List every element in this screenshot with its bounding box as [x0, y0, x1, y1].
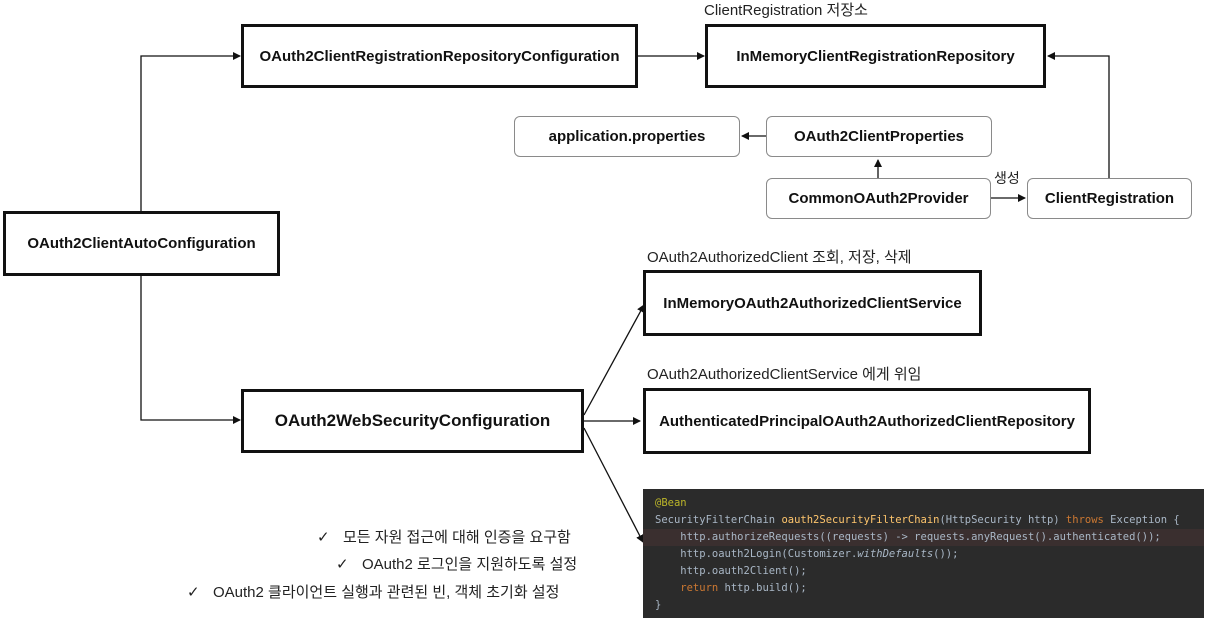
application-properties-box: application.properties [514, 116, 740, 157]
client-registration-box: ClientRegistration [1027, 178, 1192, 219]
code-annotation: @Bean [655, 497, 687, 509]
client-properties-box: OAuth2ClientProperties [766, 116, 992, 157]
code-line-authorize: http.authorizeRequests((requests) -> req… [643, 529, 1204, 546]
check-item-label: OAuth2 클라이언트 실행과 관련된 빈, 객체 초기화 설정 [213, 584, 560, 601]
auto-config-box: OAuth2ClientAutoConfiguration [3, 211, 280, 276]
check-item-auth-required: ✓ 모든 자원 접근에 대해 인증을 요구함 [317, 526, 571, 547]
web-security-config-box: OAuth2WebSecurityConfiguration [241, 389, 584, 453]
web-security-config-label: OAuth2WebSecurityConfiguration [274, 411, 551, 430]
check-item-oauth2-login: ✓ OAuth2 로그인을 지원하도록 설정 [336, 553, 577, 574]
delegate-caption: OAuth2AuthorizedClientService 에게 위임 [647, 366, 922, 383]
code-login-start: http.oauth2Login(Customizer. [655, 548, 858, 560]
code-line-annotation: @Bean [655, 495, 1192, 512]
code-login-defaults: withDefaults [857, 548, 934, 560]
inmemory-authorized-service-label: InMemoryOAuth2AuthorizedClientService [663, 294, 962, 312]
registration-repo-config-label: OAuth2ClientRegistrationRepositoryConfig… [259, 47, 620, 65]
connector-web-to-authorized-service [583, 304, 645, 416]
client-properties-label: OAuth2ClientProperties [793, 128, 965, 145]
common-provider-box: CommonOAuth2Provider [766, 178, 991, 219]
code-exception: Exception { [1103, 514, 1180, 526]
registration-repo-config-box: OAuth2ClientRegistrationRepositoryConfig… [241, 24, 638, 88]
registration-store-caption: ClientRegistration 저장소 [704, 2, 868, 19]
authorized-client-ops-caption: OAuth2AuthorizedClient 조회, 저장, 삭제 [647, 249, 912, 266]
check-item-label: 모든 자원 접근에 대해 인증을 요구함 [343, 529, 571, 546]
code-return-keyword: return [655, 582, 719, 594]
connector-auto-to-registration-config [140, 52, 241, 212]
code-return-type: SecurityFilterChain [655, 514, 782, 526]
common-provider-label: CommonOAuth2Provider [788, 190, 969, 207]
application-properties-label: application.properties [548, 128, 706, 145]
code-throws: throws [1065, 514, 1104, 526]
code-line-login: http.oauth2Login(Customizer.withDefaults… [655, 546, 1192, 563]
create-caption: 생성 [994, 170, 1020, 186]
check-item-oauth2-client: ✓ OAuth2 클라이언트 실행과 관련된 빈, 객체 초기화 설정 [187, 581, 559, 602]
code-login-end: ()); [933, 548, 959, 560]
code-snippet: @Bean SecurityFilterChain oauth2Security… [643, 489, 1204, 618]
auto-config-label: OAuth2ClientAutoConfiguration [27, 235, 256, 252]
connector-web-to-code [583, 427, 644, 543]
code-line-close: } [655, 599, 662, 611]
inmemory-authorized-service-box: InMemoryOAuth2AuthorizedClientService [643, 270, 982, 336]
connector-registration-to-repo [1047, 52, 1110, 178]
connector-auto-to-web-security [140, 276, 241, 424]
client-registration-label: ClientRegistration [1044, 190, 1175, 207]
code-return-rest: http.build(); [718, 582, 807, 594]
inmemory-registration-repo-box: InMemoryClientRegistrationRepository [705, 24, 1046, 88]
code-line-client: http.oauth2Client(); [655, 565, 807, 577]
code-params: (HttpSecurity http) [939, 514, 1066, 526]
checkmark-icon: ✓ [336, 556, 349, 573]
code-line-return: return http.build(); [655, 580, 1192, 597]
authenticated-principal-repo-label: AuthenticatedPrincipalOAuth2AuthorizedCl… [659, 412, 1075, 430]
checkmark-icon: ✓ [187, 584, 200, 601]
code-line-signature: SecurityFilterChain oauth2SecurityFilter… [655, 512, 1192, 529]
inmemory-registration-repo-label: InMemoryClientRegistrationRepository [736, 47, 1015, 65]
authenticated-principal-repo-box: AuthenticatedPrincipalOAuth2AuthorizedCl… [643, 388, 1091, 454]
code-method-name: oauth2SecurityFilterChain [781, 514, 940, 526]
checkmark-icon: ✓ [317, 529, 330, 546]
check-item-label: OAuth2 로그인을 지원하도록 설정 [362, 556, 578, 573]
